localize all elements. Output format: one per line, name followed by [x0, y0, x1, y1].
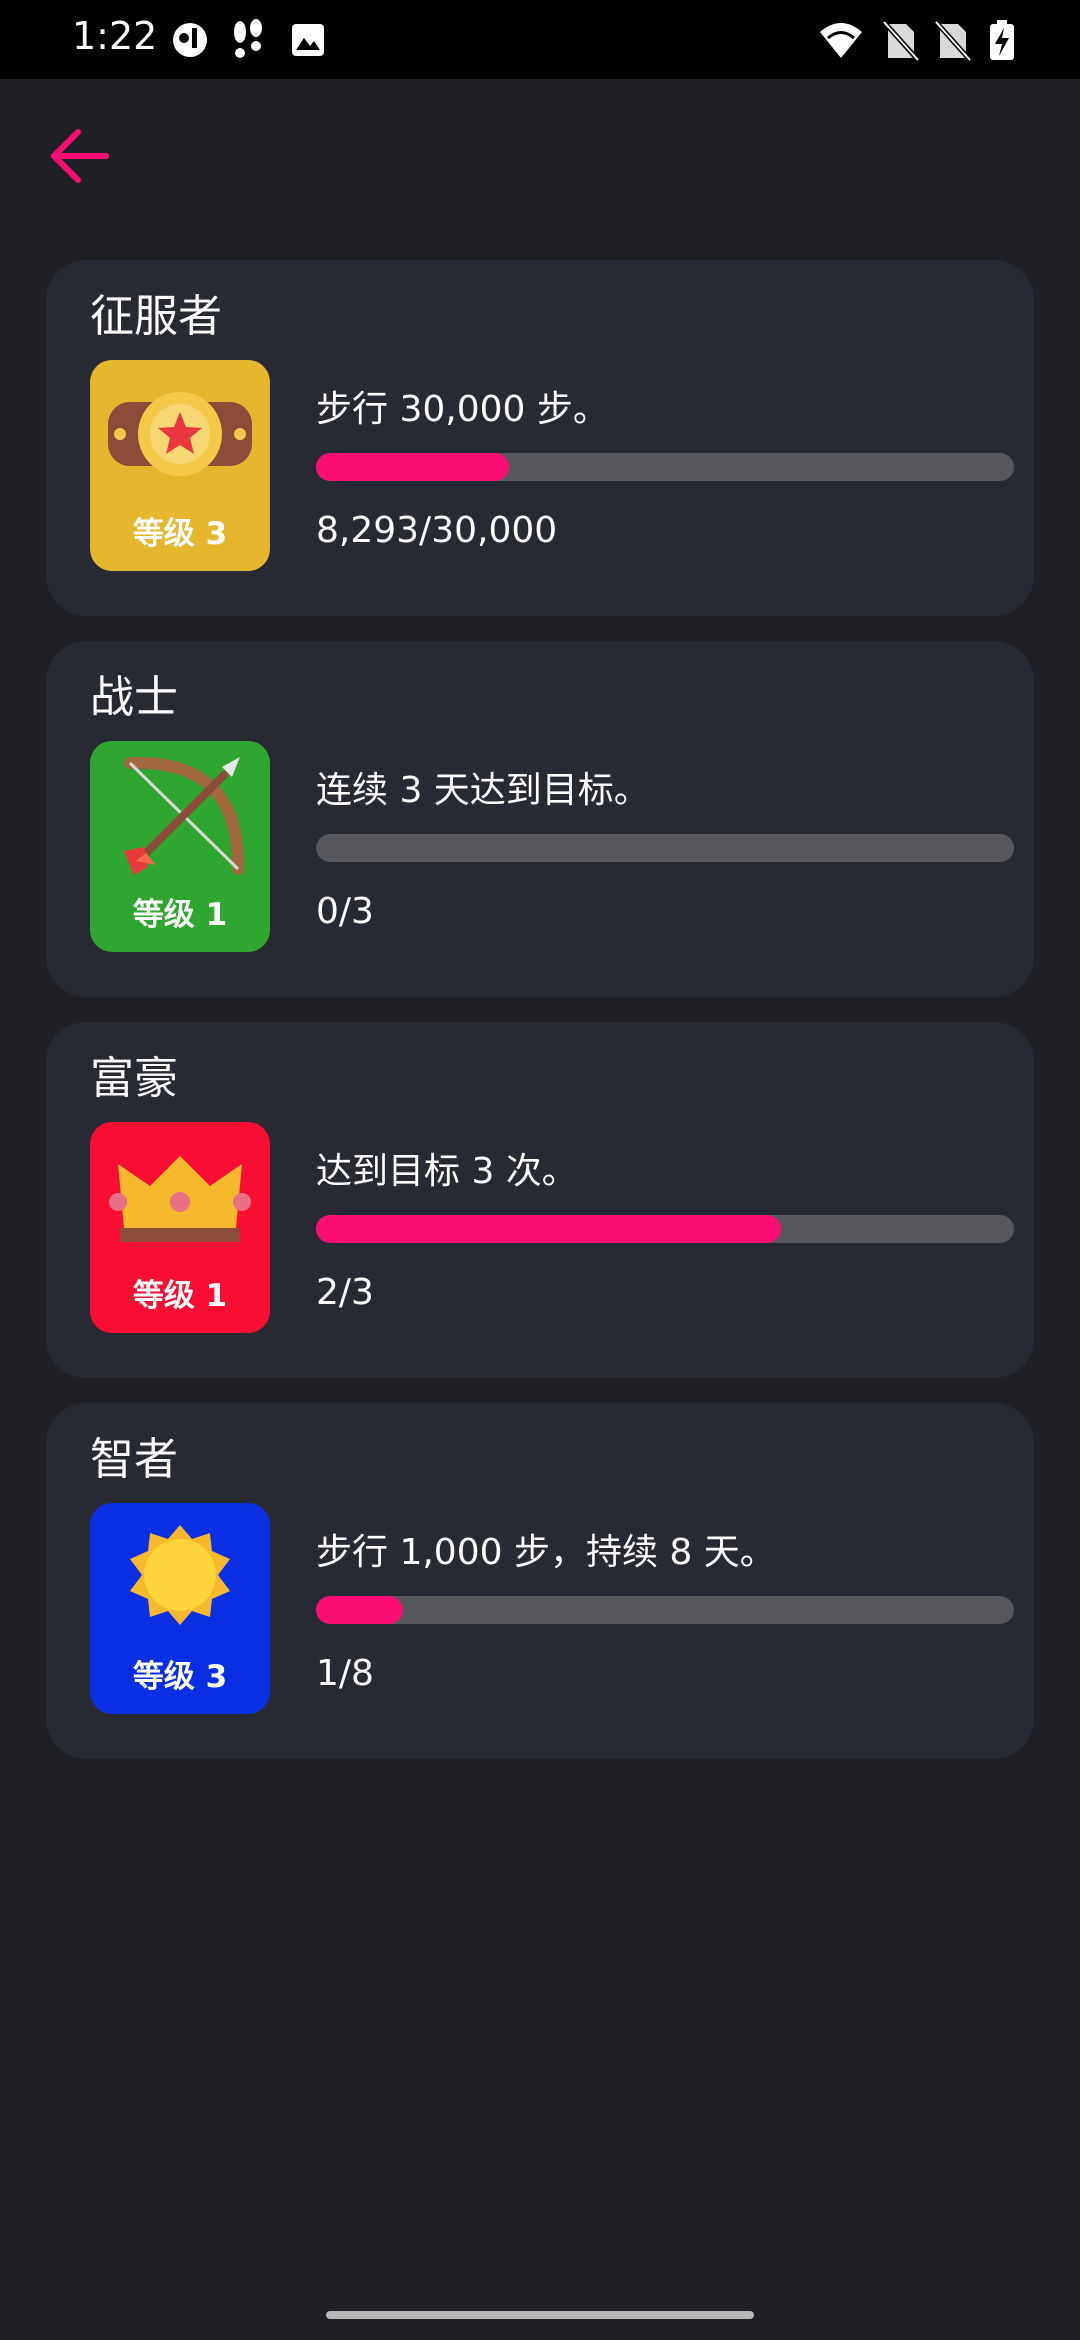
- progress-bar: [316, 453, 1014, 481]
- championship-belt-icon: [108, 392, 252, 476]
- achievement-badge: 等级 3: [90, 1503, 270, 1714]
- progress-fill: [316, 453, 509, 481]
- progress-count: 8,293/30,000: [316, 510, 558, 551]
- battery-charging-icon: [990, 20, 1014, 60]
- achievement-badge: 等级 1: [90, 1122, 270, 1333]
- achievement-card-warrior[interactable]: 战士 等级 1 连续 3 天达到目标。 0/3: [46, 641, 1034, 997]
- badge-level: 等级 1: [132, 1278, 228, 1314]
- progress-bar: [316, 1215, 1014, 1243]
- achievement-title: 战士: [90, 672, 178, 723]
- progress-bar: [316, 834, 1014, 862]
- achievement-description: 步行 30,000 步。: [316, 389, 609, 430]
- achievement-title: 富豪: [90, 1053, 178, 1104]
- no-sim-icon: [934, 20, 972, 62]
- achievement-title: 征服者: [90, 291, 222, 342]
- bow-and-arrow-icon: [124, 756, 245, 875]
- no-sim-icon: [882, 20, 920, 62]
- badge-level: 等级 1: [132, 897, 228, 933]
- achievement-badge: 等级 3: [90, 360, 270, 571]
- progress-count: 1/8: [316, 1653, 374, 1694]
- wifi-icon: [820, 23, 862, 58]
- achievement-card-sage[interactable]: 智者 等级 3 步行 1,000 步，持续 8 天。 1/8: [46, 1403, 1034, 1759]
- achievement-description: 达到目标 3 次。: [316, 1151, 578, 1192]
- achievement-card-conqueror[interactable]: 征服者 等级 3 步行 30,000 步。 8,293/30,000: [46, 260, 1034, 616]
- app-notification-icon: [173, 23, 207, 57]
- home-indicator[interactable]: [326, 2311, 754, 2319]
- back-arrow-icon[interactable]: [44, 120, 116, 192]
- status-bar: 1:22: [0, 0, 1080, 79]
- crown-icon: [109, 1156, 251, 1242]
- achievement-description: 连续 3 天达到目标。: [316, 770, 650, 811]
- sun-icon: [130, 1525, 230, 1625]
- achievement-badge: 等级 1: [90, 741, 270, 952]
- progress-fill: [316, 1596, 404, 1624]
- progress-count: 2/3: [316, 1272, 374, 1313]
- achievement-card-tycoon[interactable]: 富豪 等级 1 达到目标 3 次。 2/3: [46, 1022, 1034, 1378]
- badge-level: 等级 3: [132, 1659, 228, 1695]
- progress-count: 0/3: [316, 891, 374, 932]
- progress-fill: [316, 1215, 782, 1243]
- achievement-title: 智者: [90, 1434, 178, 1485]
- progress-bar: [316, 1596, 1014, 1624]
- badge-level: 等级 3: [132, 516, 228, 552]
- achievement-description: 步行 1,000 步，持续 8 天。: [316, 1532, 776, 1573]
- status-time: 1:22: [72, 14, 158, 58]
- image-icon: [292, 24, 324, 56]
- footsteps-icon: [234, 19, 262, 58]
